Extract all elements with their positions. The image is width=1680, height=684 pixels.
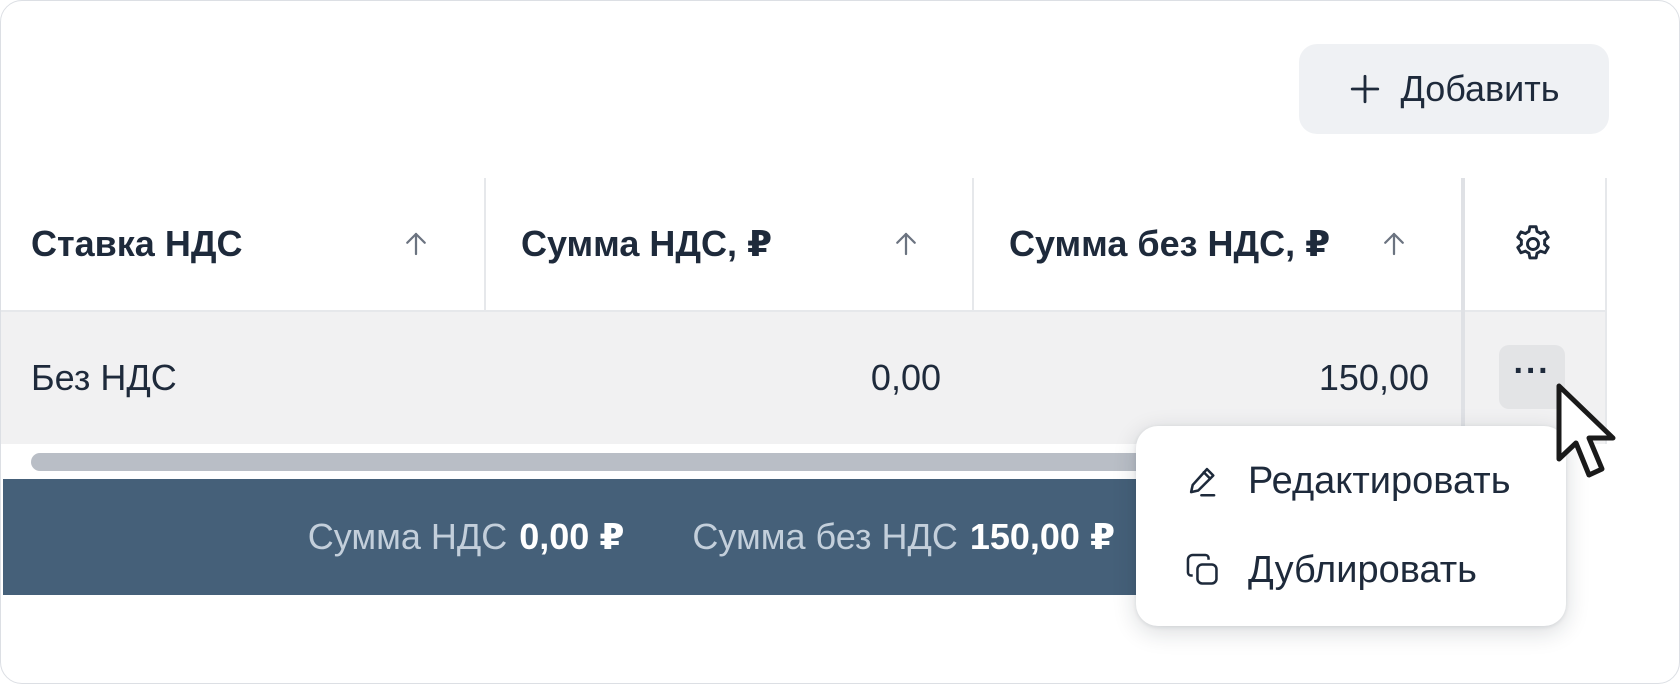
column-header-sum-without-vat[interactable]: Сумма без НДС, ₽: [1009, 178, 1429, 310]
vat-total-value: 0,00 ₽: [519, 516, 625, 557]
table-header: Ставка НДС Сумма НДС, ₽ Сумма без НДС, ₽: [1, 178, 1607, 312]
column-header-vat-rate[interactable]: Ставка НДС: [31, 178, 451, 310]
cell-sum-without-vat: 150,00: [1318, 357, 1429, 398]
duplicate-icon: [1186, 553, 1218, 585]
gear-icon[interactable]: [1511, 222, 1555, 266]
arrow-up-icon[interactable]: [401, 229, 431, 259]
add-button-label: Добавить: [1400, 68, 1560, 109]
column-divider: [484, 178, 486, 310]
column-header-label: Ставка НДС: [31, 223, 243, 264]
net-total: Сумма без НДС 150,00 ₽: [692, 516, 1115, 558]
menu-item-label: Дублировать: [1248, 548, 1477, 591]
add-button[interactable]: Добавить: [1299, 44, 1609, 134]
net-total-value: 150,00 ₽: [969, 516, 1115, 557]
pen-icon: [1189, 467, 1216, 497]
menu-item-duplicate[interactable]: Дублировать: [1136, 528, 1566, 612]
more-icon: ···: [1513, 352, 1551, 390]
cell-vat-rate: Без НДС: [31, 357, 177, 398]
row-actions-button[interactable]: ···: [1499, 345, 1565, 409]
vat-table-card: Добавить Ставка НДС Сумма НДС, ₽ Сумма б…: [0, 0, 1680, 684]
scrollbar-thumb[interactable]: [31, 453, 1251, 471]
vat-total-label: Сумма НДС: [307, 516, 508, 557]
cell-vat-sum: 0,00: [870, 357, 941, 398]
column-divider: [972, 178, 974, 310]
net-total-label: Сумма без НДС: [692, 516, 958, 557]
actions-column: ···: [1465, 178, 1607, 444]
plus-icon: [1351, 74, 1380, 104]
row-context-menu: Редактировать Дублировать: [1136, 426, 1566, 626]
totals-footer: Сумма НДС 0,00 ₽ Сумма без НДС 150,00 ₽: [3, 479, 1137, 595]
menu-item-label: Редактировать: [1248, 459, 1511, 502]
arrow-up-icon[interactable]: [1379, 229, 1409, 259]
column-divider: [1605, 178, 1607, 444]
table-row[interactable]: Без НДС 0,00 150,00: [1, 312, 1607, 444]
column-header-vat-sum[interactable]: Сумма НДС, ₽: [521, 178, 941, 310]
vat-total: Сумма НДС 0,00 ₽: [308, 516, 625, 558]
arrow-up-icon[interactable]: [891, 229, 921, 259]
menu-item-edit[interactable]: Редактировать: [1136, 439, 1566, 523]
column-header-label: Сумма без НДС, ₽: [1009, 223, 1331, 264]
column-header-label: Сумма НДС, ₽: [521, 223, 773, 264]
